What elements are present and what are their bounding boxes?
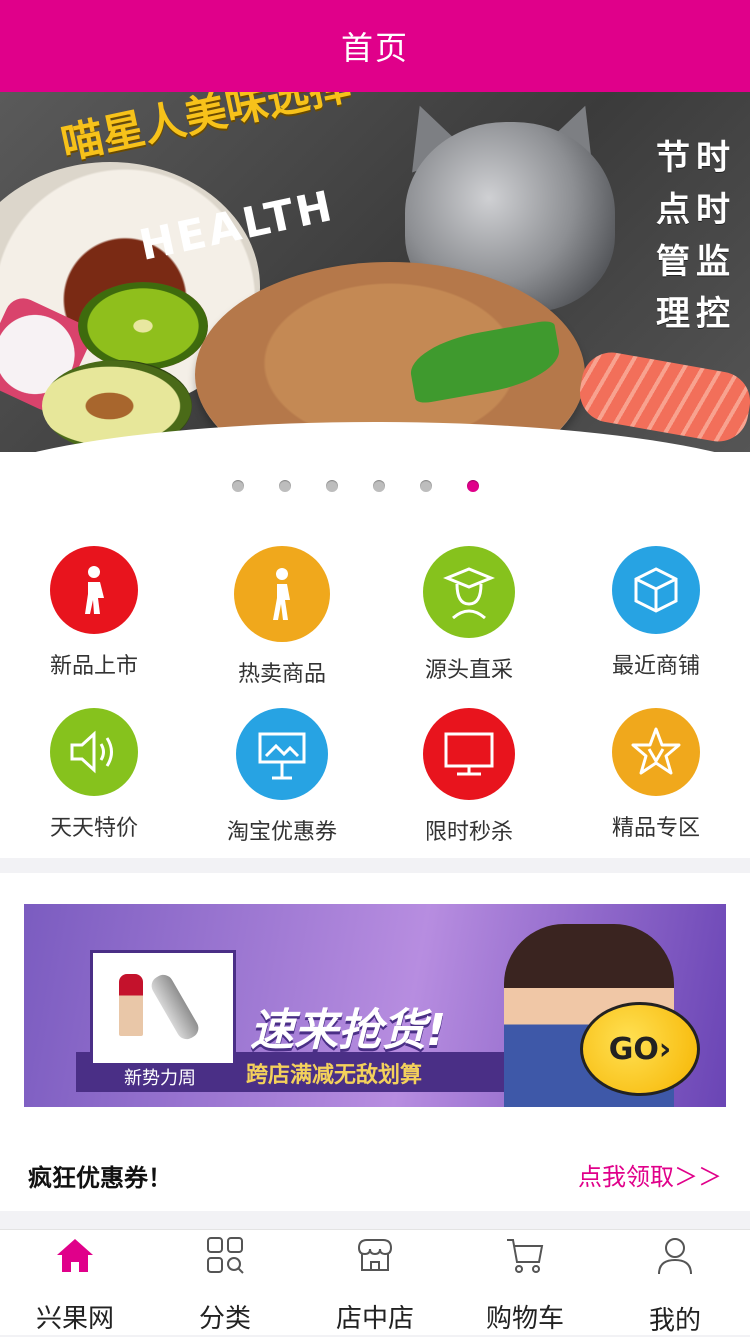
category-flash-sale[interactable]: 限时秒杀 [375, 708, 563, 858]
user-icon [655, 1236, 695, 1276]
walking-person-icon [234, 546, 330, 642]
lipstick-illustration [119, 974, 143, 1036]
banner-side-line: 点时 [656, 190, 736, 230]
category-premium-zone[interactable]: 精品专区 [562, 708, 750, 858]
walking-person-icon [50, 546, 138, 634]
category-new-arrivals[interactable]: 新品上市 [0, 546, 188, 696]
page-title: 首页 [340, 29, 409, 67]
box-icon [612, 546, 700, 634]
tab-label: 店中店 [335, 1304, 414, 1334]
ad-banner[interactable]: 新势力周 速来抢货! 跨店满减无敌划算 GO› [24, 904, 726, 1107]
category-icon-grid: 新品上市 热卖商品 源头直采 最近商铺 天天特价 淘宝优惠券 限时秒杀 精品专区 [0, 510, 750, 858]
star-icon [612, 708, 700, 796]
category-label: 新品上市 [49, 654, 138, 679]
easel-icon [236, 708, 328, 800]
tab-cart[interactable]: 购物车 [450, 1230, 600, 1335]
carousel-dot[interactable] [278, 480, 291, 492]
carousel-dot[interactable] [372, 480, 385, 492]
carousel-dot[interactable] [325, 480, 338, 492]
ad-subline: 跨店满减无敌划算 [246, 1063, 423, 1088]
tab-label: 分类 [198, 1304, 251, 1334]
category-taobao-coupons[interactable]: 淘宝优惠券 [188, 708, 376, 858]
carousel-dot[interactable] [419, 480, 432, 492]
banner-side-line: 理控 [656, 294, 736, 334]
tab-label: 购物车 [485, 1304, 564, 1334]
category-label: 最近商铺 [611, 654, 700, 679]
grid-icon [205, 1236, 245, 1274]
category-label: 天天特价 [49, 816, 138, 841]
kiwi-illustration [78, 282, 208, 370]
tab-label: 我的 [648, 1306, 701, 1336]
category-label: 热卖商品 [237, 662, 326, 687]
category-nearby-stores[interactable]: 最近商铺 [562, 546, 750, 696]
speaker-icon [50, 708, 138, 796]
promo-section: 新势力周 速来抢货! 跨店满减无敌划算 GO› 疯狂优惠券！ 点我领取＞＞ [0, 873, 750, 1211]
ad-headline: 速来抢货! [250, 1005, 447, 1056]
carousel-dot[interactable] [231, 480, 244, 492]
cart-icon [505, 1236, 545, 1274]
category-label: 精品专区 [611, 816, 700, 841]
category-label: 源头直采 [424, 658, 513, 683]
category-daily-deals[interactable]: 天天特价 [0, 708, 188, 858]
monitor-icon [423, 708, 515, 800]
tab-profile[interactable]: 我的 [600, 1230, 750, 1336]
banner-side-line: 管监 [656, 242, 736, 282]
ad-small-label: 新势力周 [124, 1068, 196, 1089]
category-label: 限时秒杀 [424, 820, 513, 845]
category-label: 淘宝优惠券 [226, 820, 337, 845]
bottom-tab-bar: 兴果网 分类 店中店 购物车 我的 [0, 1229, 750, 1336]
promo-banner-carousel[interactable]: 喵星人美味选择 HEALTH 节时 点时 管监 理控 [0, 92, 750, 510]
go-button[interactable]: GO› [580, 1002, 700, 1096]
banner-side-line: 节时 [656, 138, 736, 178]
tab-home[interactable]: 兴果网 [0, 1230, 150, 1335]
carousel-dot-active[interactable] [466, 480, 479, 492]
banner-side-text: 节时 点时 管监 理控 [604, 132, 736, 340]
store-icon [355, 1236, 395, 1274]
category-hot-sale[interactable]: 热卖商品 [188, 546, 376, 696]
tab-store[interactable]: 店中店 [300, 1230, 450, 1335]
tab-category[interactable]: 分类 [150, 1230, 300, 1335]
coupon-title: 疯狂优惠券！ [28, 1164, 172, 1192]
top-nav-bar: 首页 [0, 0, 750, 92]
tab-label: 兴果网 [35, 1304, 114, 1334]
home-icon [55, 1236, 95, 1274]
graduate-icon [423, 546, 515, 638]
claim-coupon-link[interactable]: 点我领取＞＞ [578, 1157, 722, 1192]
carousel-indicator [0, 480, 730, 492]
category-direct-sourcing[interactable]: 源头直采 [375, 546, 563, 696]
